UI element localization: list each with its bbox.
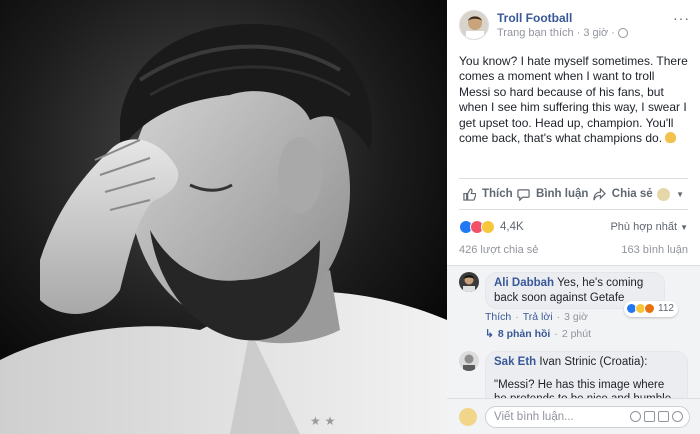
comment-reply-link[interactable]: Trả lời [523, 311, 553, 323]
comment-reaction-count: 112 [658, 302, 674, 314]
liked-page-label: Trang bạn thích [497, 27, 574, 39]
share-arrow-icon [593, 187, 606, 200]
page-avatar[interactable] [459, 10, 489, 40]
comment-input-placeholder: Viết bình luận... [494, 410, 574, 423]
comment-bubble: Ali Dabbah Yes, he's coming back soon ag… [485, 272, 678, 317]
replies-time: 2 phút [561, 328, 592, 340]
comment-item: Sak Eth Ivan Strinic (Croatia): "Messi? … [447, 351, 700, 403]
commenter-avatar[interactable] [459, 272, 479, 292]
sort-chevron-icon: ▼ [680, 223, 688, 232]
post-text: You know? I hate myself sometimes. There… [447, 46, 700, 178]
comment-text-first: Ivan Strinic (Croatia): [539, 356, 648, 368]
share-count-link[interactable]: 426 lượt chia sẻ [459, 244, 538, 265]
post-header: Troll Football Trang bạn thích · 3 giờ ·… [447, 0, 700, 46]
comment-composer: Viết bình luận... [447, 398, 700, 434]
gif-icon[interactable] [658, 411, 669, 422]
post-action-bar: Thích Bình luận Chia sẻ ▼ [459, 178, 688, 210]
commenter-name-link[interactable]: Sak Eth [494, 356, 536, 368]
chevron-down-icon: ▼ [676, 189, 684, 199]
commenter-name-link[interactable]: Ali Dabbah [494, 277, 554, 289]
post-body-text: You know? I hate myself sometimes. There… [459, 54, 688, 146]
composer-tools [630, 411, 683, 422]
sort-label: Phù hợp nhất [610, 221, 678, 233]
post-photo[interactable]: ★ ★ [0, 0, 447, 434]
comment-like-link[interactable]: Thích [485, 311, 511, 323]
public-globe-icon [617, 28, 628, 38]
post-as-selector[interactable]: ▼ [657, 187, 684, 201]
reply-arrow-icon: ↳ [485, 328, 494, 340]
share-button[interactable]: Chia sẻ [593, 187, 653, 201]
reaction-summary[interactable]: 4,4K [459, 220, 524, 234]
reaction-count: 4,4K [500, 221, 524, 233]
comment-label: Bình luận [536, 188, 589, 200]
clapping-hands-emoji-icon [665, 132, 677, 144]
share-comment-counts: 426 lượt chia sẻ 163 bình luận [447, 244, 700, 266]
post-time-link[interactable]: 3 giờ [583, 26, 608, 40]
post-sidebar: Troll Football Trang bạn thích · 3 giờ ·… [447, 0, 700, 434]
comment-sort-dropdown[interactable]: Phù hợp nhất ▼ [610, 221, 688, 233]
emoji-icon[interactable] [630, 411, 641, 422]
current-user-avatar [459, 407, 477, 426]
like-button[interactable]: Thích [463, 187, 513, 201]
post-meta: Trang bạn thích · 3 giờ · [497, 26, 673, 40]
haha-reaction-icon [481, 220, 495, 234]
view-replies-link[interactable]: ↳ 8 phản hồi · 2 phút [485, 325, 700, 343]
comment-reactions-badge[interactable]: 112 [624, 300, 678, 317]
camera-icon[interactable] [644, 411, 655, 422]
comment-item: Ali Dabbah Yes, he's coming back soon ag… [447, 272, 700, 317]
share-label: Chia sẻ [611, 188, 653, 200]
comment-bubble: Sak Eth Ivan Strinic (Croatia): "Messi? … [485, 351, 688, 403]
user-avatar-mini [657, 187, 671, 201]
comment-input[interactable]: Viết bình luận... [485, 405, 690, 428]
angry-reaction-icon [644, 303, 656, 315]
reactions-row: 4,4K Phù hợp nhất ▼ [447, 210, 700, 244]
comments-section: Ali Dabbah Yes, he's coming back soon ag… [447, 266, 700, 403]
comment-count-link[interactable]: 163 bình luận [621, 244, 688, 265]
thumbs-up-icon [463, 187, 476, 201]
more-options-icon[interactable]: ··· [673, 11, 690, 25]
comment-button[interactable]: Bình luận [517, 188, 588, 201]
replies-count: 8 phản hồi [497, 328, 551, 340]
commenter-avatar[interactable] [459, 351, 479, 371]
sticker-icon[interactable] [672, 411, 683, 422]
photo-viewer: ★ ★ Troll Football Trang bạn thích · 3 g… [0, 0, 700, 434]
page-name-link[interactable]: Troll Football [497, 11, 673, 26]
comment-time[interactable]: 3 giờ [564, 311, 588, 323]
comment-bubble-icon [517, 188, 530, 201]
svg-text:★ ★: ★ ★ [310, 414, 335, 428]
like-label: Thích [482, 188, 513, 200]
photo-image: ★ ★ [0, 0, 447, 434]
